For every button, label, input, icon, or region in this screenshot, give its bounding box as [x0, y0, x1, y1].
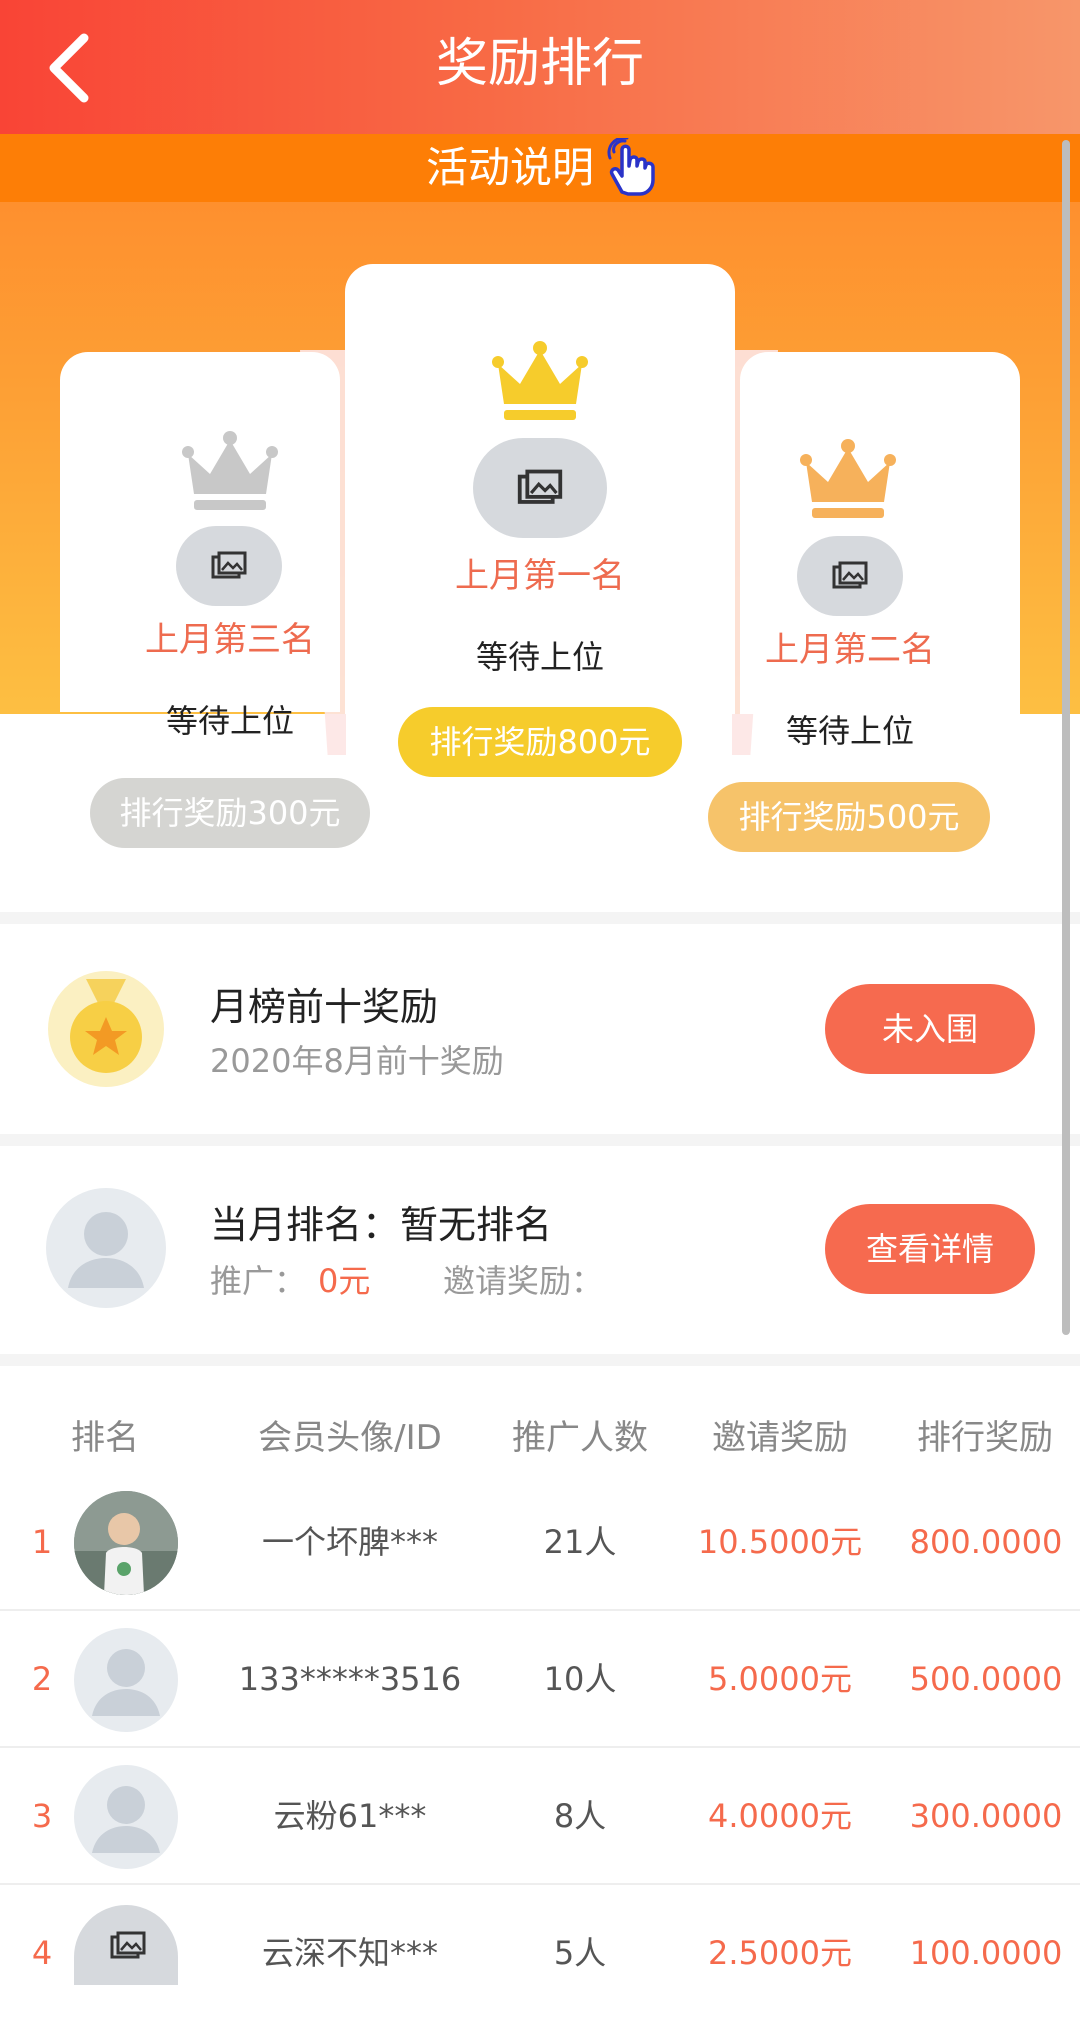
default-user-icon: [92, 1649, 160, 1716]
header-promo-count: 推广人数: [512, 1418, 648, 1458]
row-rank-reward: 300.0000: [909, 1797, 1063, 1835]
default-user-icon: [92, 1786, 160, 1853]
row-promo-count: 10人: [543, 1660, 617, 1698]
bronze-crown-icon: [800, 439, 896, 518]
member-avatar: [74, 1491, 178, 1595]
invite-reward-label: 邀请奖励：: [443, 1262, 604, 1300]
section-divider: [0, 1134, 1080, 1146]
third-place-label: 上月第三名: [145, 620, 315, 660]
my-rank-title: 当月排名：暂无排名: [210, 1203, 553, 1247]
page-title: 奖励排行: [435, 34, 644, 94]
image-placeholder-icon: [517, 469, 563, 504]
first-place-avatar: [473, 438, 607, 538]
silver-crown-icon: [182, 431, 278, 510]
promo-value: 0元: [318, 1262, 371, 1300]
section-divider: [0, 1354, 1080, 1366]
second-place-status: 等待上位: [785, 712, 914, 750]
third-place-status: 等待上位: [165, 702, 294, 740]
row-invite-reward: 4.0000元: [708, 1797, 852, 1835]
table-row[interactable]: 1 一个坏脾*** 21人 10.5000元 800.0000: [0, 1474, 1080, 1611]
app-header: 奖励排行: [0, 0, 1080, 134]
monthly-top10-subtitle: 2020年8月前十奖励: [210, 1042, 504, 1080]
table-row[interactable]: 3 云粉61*** 8人 4.0000元 300.0000: [0, 1748, 1080, 1885]
row-rank-reward: 100.0000: [909, 1934, 1063, 1972]
header-member: 会员头像/ID: [258, 1418, 442, 1458]
row-rank-reward: 500.0000: [909, 1660, 1063, 1698]
member-avatar: [74, 1628, 178, 1732]
row-member-id: 一个坏脾***: [261, 1523, 438, 1561]
gold-crown-icon: [492, 341, 588, 420]
default-user-icon: [68, 1212, 144, 1288]
row-invite-reward: 10.5000元: [697, 1523, 863, 1561]
activity-explanation-link[interactable]: 活动说明: [0, 134, 1080, 202]
table-row[interactable]: 4 云深不知*** 5人 2.5000元 100.0000: [0, 1885, 1080, 2022]
pointing-hand-icon: [607, 138, 655, 196]
row-promo-count: 5人: [553, 1934, 607, 1972]
row-rank: 1: [31, 1523, 53, 1561]
my-rank-row: 当月排名：暂无排名 推广： 0元 邀请奖励： 查看详情: [0, 1146, 1080, 1354]
row-member-id: 云粉61***: [273, 1797, 427, 1835]
row-member-id: 云深不知***: [261, 1934, 438, 1972]
first-place-prize-badge: 排行奖励800元: [398, 707, 682, 777]
image-placeholder-icon: [832, 561, 868, 589]
header-invite-reward: 邀请奖励: [712, 1418, 848, 1458]
second-place-label: 上月第二名: [765, 630, 935, 670]
monthly-top10-row: 月榜前十奖励 2020年8月前十奖励 未入围: [0, 924, 1080, 1134]
member-avatar: [74, 1765, 178, 1869]
header-rank: 排名: [71, 1418, 139, 1458]
row-member-id: 133*****3516: [238, 1660, 462, 1698]
row-promo-count: 21人: [543, 1523, 617, 1561]
member-avatar: [74, 1905, 178, 1985]
activity-label: 活动说明: [425, 143, 594, 192]
monthly-top10-title: 月榜前十奖励: [210, 985, 439, 1029]
second-place-avatar: [797, 536, 903, 616]
second-place-prize-badge: 排行奖励500元: [708, 782, 990, 852]
first-place-status: 等待上位: [475, 638, 604, 676]
row-rank: 2: [31, 1660, 53, 1698]
table-row[interactable]: 2 133*****3516 10人 5.0000元 500.0000: [0, 1611, 1080, 1748]
user-avatar: [46, 1188, 166, 1308]
image-placeholder-icon: [110, 1931, 146, 1959]
row-promo-count: 8人: [553, 1797, 607, 1835]
row-rank: 3: [31, 1797, 53, 1835]
scrollbar[interactable]: [1062, 140, 1070, 1335]
image-placeholder-icon: [211, 551, 247, 579]
third-place-avatar: [176, 526, 282, 606]
view-details-button[interactable]: 查看详情: [825, 1204, 1035, 1294]
row-invite-reward: 2.5000元: [708, 1934, 852, 1972]
row-rank-reward: 800.0000: [909, 1523, 1063, 1561]
row-invite-reward: 5.0000元: [708, 1660, 852, 1698]
not-qualified-button[interactable]: 未入围: [825, 984, 1035, 1074]
medal-icon: [48, 971, 164, 1087]
first-place-label: 上月第一名: [455, 556, 625, 596]
section-divider: [0, 912, 1080, 924]
promo-label: 推广：: [210, 1262, 307, 1300]
row-rank: 4: [31, 1934, 53, 1972]
member-photo-icon: [74, 1491, 178, 1595]
header-rank-reward: 排行奖励: [917, 1418, 1053, 1458]
third-place-prize-badge: 排行奖励300元: [90, 778, 370, 848]
